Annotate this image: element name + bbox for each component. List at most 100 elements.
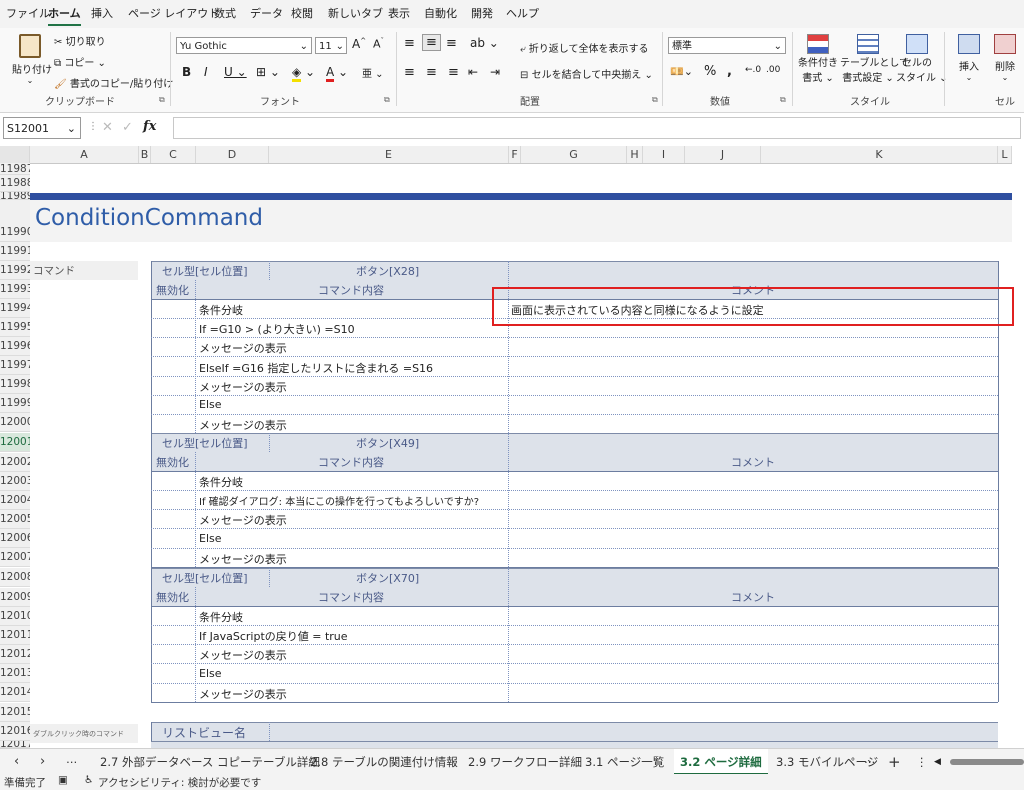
grow-font-button[interactable]: A^	[352, 37, 366, 51]
menu-file[interactable]: ファイル	[6, 0, 50, 28]
row-header-11988[interactable]: 11988	[0, 175, 30, 192]
tab-2-9[interactable]: 2.9 ワークフロー詳細	[468, 749, 582, 775]
border-button[interactable]: ⊞ ⌄	[256, 65, 280, 79]
column-a[interactable]: A	[30, 146, 139, 163]
merge-center-button[interactable]: ⊟ セルを結合して中央揃え ⌄	[520, 66, 653, 81]
row-header-12015[interactable]: 12015	[0, 703, 30, 722]
accessibility-status[interactable]: アクセシビリティ: 検討が必要です	[98, 775, 261, 790]
row-header-12005[interactable]: 12005	[0, 510, 30, 529]
row-header-12012[interactable]: 12012	[0, 645, 30, 664]
column-h[interactable]: H	[627, 146, 643, 163]
underline-button[interactable]: U ⌄	[224, 65, 247, 79]
row-header-12009[interactable]: 12009	[0, 588, 30, 607]
tab-scroll-left-icon[interactable]: ‹	[14, 749, 19, 775]
row-header-12001[interactable]: 12001	[0, 433, 30, 452]
column-f[interactable]: F	[509, 146, 521, 163]
row-header-11993[interactable]: 11993	[0, 280, 30, 299]
macro-record-icon[interactable]: ▣	[58, 774, 68, 786]
command-line[interactable]: If =G10 > (より大きい) =S10	[199, 321, 355, 337]
decrease-indent-icon[interactable]: ⇤	[468, 65, 478, 79]
column-i[interactable]: I	[643, 146, 685, 163]
add-sheet-icon[interactable]: +	[888, 749, 901, 775]
command-line[interactable]: メッセージの表示	[199, 647, 287, 663]
row-header-12004[interactable]: 12004	[0, 491, 30, 510]
column-d[interactable]: D	[196, 146, 269, 163]
tab-3-3[interactable]: 3.3 モバイルページ	[776, 749, 878, 775]
command-line[interactable]: Else	[199, 398, 222, 411]
fill-color-button[interactable]: ◈ ⌄	[292, 65, 315, 82]
align-top-icon[interactable]: ≡	[404, 36, 415, 51]
select-all-corner[interactable]	[0, 146, 30, 163]
menu-help[interactable]: ヘルプ	[506, 0, 539, 28]
row-header-11995[interactable]: 11995	[0, 318, 30, 337]
percent-icon[interactable]: %	[704, 64, 716, 79]
command-line[interactable]: Else	[199, 667, 222, 680]
decrease-decimal-icon[interactable]: .00	[766, 65, 780, 75]
insert-cells-button[interactable]: 挿入 ⌄	[952, 34, 986, 82]
column-j[interactable]: J	[685, 146, 761, 163]
font-name-select[interactable]: Yu Gothic ⌄	[176, 37, 312, 54]
wrap-text-button[interactable]: ⤶ 折り返して全体を表示する	[520, 40, 649, 55]
menu-formulas[interactable]: 数式	[214, 0, 236, 28]
align-left-icon[interactable]: ≡	[404, 65, 415, 80]
row-header-11991[interactable]: 11991	[0, 242, 30, 261]
tab-3-1[interactable]: 3.1 ページ一覧	[585, 749, 664, 775]
row-header-11989[interactable]: 11989	[0, 192, 30, 200]
row-header-12002[interactable]: 12002	[0, 453, 30, 472]
formula-input[interactable]	[173, 117, 1021, 139]
name-box[interactable]: S12001 ⌄	[3, 117, 81, 139]
tab-options-icon[interactable]: ⋮	[916, 749, 928, 775]
comma-icon[interactable]: ,	[727, 64, 732, 79]
column-k[interactable]: K	[761, 146, 998, 163]
column-e[interactable]: E	[269, 146, 509, 163]
alignment-launcher-icon[interactable]: ⧉	[652, 95, 658, 105]
row-header-12011[interactable]: 12011	[0, 626, 30, 645]
horizontal-scrollbar[interactable]	[950, 759, 1024, 765]
align-bottom-icon[interactable]: ≡	[446, 36, 457, 51]
command-line[interactable]: メッセージの表示	[199, 512, 287, 528]
increase-decimal-icon[interactable]: ←.0	[745, 65, 761, 75]
command-line[interactable]: ElseIf =G16 指定したリストに含まれる =S16	[199, 360, 433, 376]
align-middle-icon[interactable]: ≡	[422, 34, 441, 51]
row-header-12006[interactable]: 12006	[0, 529, 30, 548]
row-header-11996[interactable]: 11996	[0, 337, 30, 356]
command-line[interactable]: If 確認ダイアログ: 本当にこの操作を行ってもよろしいですか?	[199, 493, 479, 508]
enter-icon[interactable]: ✓	[122, 120, 133, 135]
tab-more-icon[interactable]: ⋯	[66, 749, 78, 775]
row-header-11994[interactable]: 11994	[0, 299, 30, 318]
shrink-font-button[interactable]: Aˇ	[373, 37, 384, 51]
number-format-select[interactable]: 標準 ⌄	[668, 37, 786, 54]
row-header-11999[interactable]: 11999	[0, 394, 30, 413]
menu-new-tab[interactable]: 新しいタブ	[328, 0, 383, 28]
row-header-12013[interactable]: 12013	[0, 664, 30, 683]
hscroll-left-icon[interactable]: ◀	[934, 758, 946, 767]
command-line[interactable]: メッセージの表示	[199, 340, 287, 356]
command-line[interactable]: 条件分岐	[199, 609, 243, 625]
command-line[interactable]: Else	[199, 532, 222, 545]
command-line[interactable]: 条件分岐	[199, 302, 243, 318]
orientation-icon[interactable]: ab ⌄	[470, 36, 499, 50]
tab-2-7[interactable]: 2.7 外部データベース コピーテーブル詳細	[100, 749, 320, 775]
row-header-12007[interactable]: 12007	[0, 548, 30, 567]
more-icon[interactable]: ⋮	[88, 121, 98, 132]
format-painter-button[interactable]: 🖌 書式のコピー/貼り付け	[54, 75, 173, 90]
accessibility-icon[interactable]: ♿	[84, 774, 93, 786]
command-line[interactable]: 条件分岐	[199, 474, 243, 490]
italic-button[interactable]: I	[204, 65, 208, 79]
row-header-12003[interactable]: 12003	[0, 472, 30, 491]
menu-data[interactable]: データ	[250, 0, 283, 28]
align-right-icon[interactable]: ≡	[448, 65, 459, 80]
number-launcher-icon[interactable]: ⧉	[780, 95, 786, 105]
row-header-12000[interactable]: 12000	[0, 413, 30, 432]
menu-view[interactable]: 表示	[388, 0, 410, 28]
menu-insert[interactable]: 挿入	[91, 0, 113, 28]
row-header-11987[interactable]: 11987	[0, 163, 30, 175]
tab-2-8[interactable]: 2.8 テーブルの関連付け情報	[310, 749, 458, 775]
bold-button[interactable]: B	[182, 65, 191, 79]
font-size-select[interactable]: 11 ⌄	[315, 37, 347, 54]
column-c[interactable]: C	[151, 146, 196, 163]
row-header-11997[interactable]: 11997	[0, 356, 30, 375]
format-as-table-button[interactable]: テーブルとして 書式設定 ⌄	[840, 34, 909, 84]
menu-developer[interactable]: 開発	[471, 0, 493, 28]
menu-review[interactable]: 校閲	[291, 0, 313, 28]
